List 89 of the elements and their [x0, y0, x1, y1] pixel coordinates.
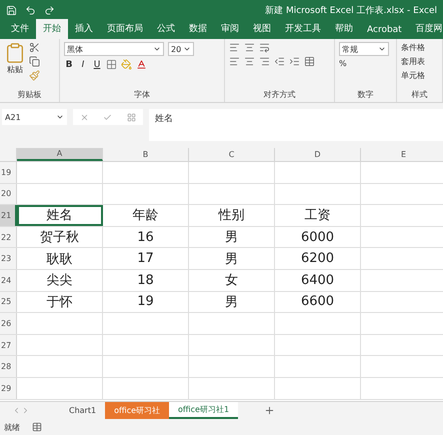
row-header[interactable]: 21 [0, 205, 17, 226]
font-size-field[interactable]: 20 [168, 42, 194, 56]
table-cell: 耿耿 [17, 248, 103, 269]
group-label: 样式 [410, 89, 428, 101]
column-header[interactable]: A [17, 148, 103, 161]
paste-button[interactable]: 粘贴 [4, 42, 26, 89]
sheet-tab[interactable]: Chart1 [60, 402, 106, 419]
table-cell: 19 [103, 292, 189, 312]
clipboard-icon[interactable] [4, 42, 26, 64]
format-button[interactable]: B [64, 60, 74, 70]
indent-icon[interactable] [289, 56, 300, 67]
percent-button[interactable]: % [339, 59, 389, 68]
table-cell: 18 [103, 270, 189, 291]
style-item[interactable]: 条件格 [401, 42, 425, 53]
font-name-field[interactable]: 黑体 [64, 42, 164, 56]
row-header[interactable]: 25 [0, 292, 17, 312]
table-cell: 姓名 [17, 205, 103, 226]
style-item[interactable]: 单元格 [401, 70, 425, 81]
table-cell: 女 [189, 270, 275, 291]
name-box[interactable]: A21 [2, 109, 67, 125]
cut-icon[interactable] [29, 42, 40, 53]
ribbon-tab[interactable]: 公式 [150, 19, 182, 39]
row-header[interactable]: 29 [0, 378, 17, 399]
border-icon[interactable] [106, 59, 117, 70]
undo-icon[interactable] [25, 4, 36, 16]
caret-icon[interactable] [183, 45, 191, 53]
row-header[interactable]: 24 [0, 270, 17, 291]
caret-icon[interactable] [153, 45, 161, 53]
ribbon-tab[interactable]: 插入 [68, 19, 100, 39]
table-cell: 性别 [189, 205, 275, 226]
sheet-tab[interactable]: office研习社1 [169, 402, 238, 419]
ribbon-tab[interactable]: 文件 [4, 19, 36, 39]
ribbon-tab[interactable]: 开始 [36, 19, 68, 39]
caret-icon[interactable] [378, 45, 386, 53]
outdent-icon[interactable] [274, 56, 285, 67]
font-color-icon[interactable] [136, 59, 147, 70]
copy-icon[interactable] [29, 56, 40, 67]
group-label: 对齐方式 [262, 89, 296, 101]
ribbon-tab[interactable]: 百度网 [408, 19, 443, 39]
redo-icon[interactable] [44, 4, 55, 16]
add-sheet-icon[interactable] [264, 405, 276, 416]
table-cell: 16 [103, 226, 189, 248]
table-cell: 男 [189, 248, 275, 269]
ribbon-tab[interactable]: 审阅 [214, 19, 246, 39]
align-left-icon[interactable] [229, 56, 240, 67]
row-header[interactable]: 28 [0, 356, 17, 377]
table-cell: 6400 [275, 270, 361, 291]
ribbon-tab[interactable]: 帮助 [328, 19, 360, 39]
table-cell: 17 [103, 248, 189, 269]
table-cell: 年龄 [103, 205, 189, 226]
window-title: 新建 Microsoft Excel 工作表.xlsx - Excel [265, 4, 437, 16]
ribbon-tab[interactable]: 页面布局 [100, 19, 150, 39]
row-header[interactable]: 23 [0, 248, 17, 269]
ribbon-tab[interactable]: 数据 [182, 19, 214, 39]
table-cell: 6600 [275, 292, 361, 312]
ribbon-tab[interactable]: 视图 [246, 19, 278, 39]
group-label: 数字 [356, 89, 374, 101]
row-header[interactable]: 26 [0, 313, 17, 334]
merge-icon[interactable] [304, 56, 315, 67]
table-cell: 6200 [275, 248, 361, 269]
align-middle-icon[interactable] [244, 42, 255, 53]
group-label: 剪贴板 [16, 89, 42, 101]
table-cell: 男 [189, 292, 275, 312]
save-icon[interactable] [6, 4, 17, 16]
align-top-icon[interactable] [229, 42, 240, 53]
ribbon-tab[interactable]: 开发工具 [278, 19, 328, 39]
fill-color-icon[interactable] [121, 59, 132, 70]
formula-field[interactable]: 姓名 [149, 109, 443, 141]
table-cell: 贺子秋 [17, 226, 103, 248]
row-header[interactable]: 19 [0, 162, 17, 183]
caret-icon[interactable] [56, 113, 64, 121]
group-label: 字体 [133, 89, 151, 101]
status-text: 就绪 [4, 422, 20, 432]
table-cell: 6000 [275, 226, 361, 248]
format-button[interactable]: I [78, 60, 88, 70]
ribbon-tab[interactable]: Acrobat [360, 22, 409, 39]
table-cell: 男 [189, 226, 275, 248]
row-header[interactable]: 27 [0, 334, 17, 356]
row-header[interactable]: 20 [0, 184, 17, 204]
table-cell: 工资 [275, 205, 361, 226]
table-cell: 尖尖 [17, 270, 103, 291]
number-format-field[interactable]: 常规 [339, 42, 389, 56]
table-cell: 于怀 [17, 292, 103, 312]
align-center-icon[interactable] [244, 56, 255, 67]
format-button[interactable]: U [92, 60, 102, 70]
wrap-text-icon[interactable] [259, 42, 270, 53]
align-right-icon[interactable] [259, 56, 270, 67]
style-item[interactable]: 套用表 [401, 56, 425, 67]
row-header[interactable]: 22 [0, 226, 17, 248]
